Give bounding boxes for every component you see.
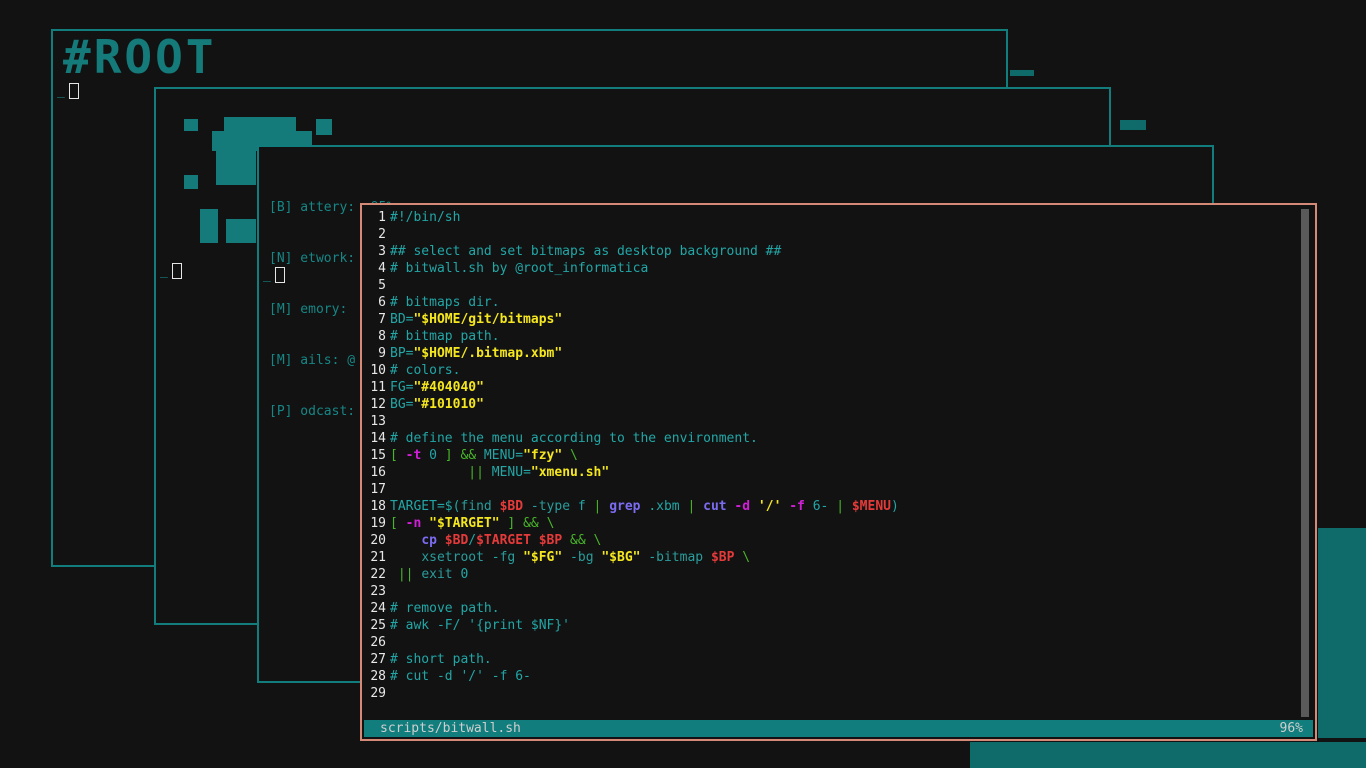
line-number: 18	[370, 499, 386, 514]
code-line: 4 # bitwall.sh by @root_informatica	[366, 260, 1298, 277]
line-number: 20	[370, 533, 386, 548]
code-line: 19[ -n "$TARGET" ] && \	[366, 515, 1298, 532]
line-number: 21	[370, 550, 386, 565]
code-line: 3 ## select and set bitmaps as desktop ba…	[366, 243, 1298, 260]
line-number: 28	[370, 669, 386, 684]
line-number: 9	[378, 346, 386, 361]
line-number: 26	[370, 635, 386, 650]
line-number: 7	[378, 312, 386, 327]
code-line: 12 BG="#101010"	[366, 396, 1298, 413]
code-line: 20 cp $BD/$TARGET $BP && \	[366, 532, 1298, 549]
code-line: 26	[366, 634, 1298, 651]
code-line: 10 # colors.	[366, 362, 1298, 379]
code-line: 27 # short path.	[366, 651, 1298, 668]
art-prompt: _	[160, 263, 182, 279]
code-line: 16 || MENU="xmenu.sh"	[366, 464, 1298, 481]
code-line: 14 # define the menu according to the env…	[366, 430, 1298, 447]
code-line: 7 BD="$HOME/git/bitmaps"	[366, 311, 1298, 328]
code-line: 5	[366, 277, 1298, 294]
line-number: 23	[370, 584, 386, 599]
editor-statusbar: scripts/bitwall.sh 96%	[364, 720, 1313, 737]
code-line: 6 # bitmaps dir.	[366, 294, 1298, 311]
line-number: 17	[370, 482, 386, 497]
code-line: 1 #!/bin/sh	[366, 209, 1298, 226]
terminal-cursor	[68, 83, 79, 99]
code-line: 17	[366, 481, 1298, 498]
line-number: 4	[378, 261, 386, 276]
code-line: 29	[366, 685, 1298, 702]
scroll-percent: 96%	[1279, 721, 1303, 736]
root-prompt: _	[57, 83, 79, 99]
line-number: 24	[370, 601, 386, 616]
line-number: 8	[378, 329, 386, 344]
line-number: 5	[378, 278, 386, 293]
scrollbar[interactable]	[1301, 209, 1309, 717]
editor-window[interactable]: 1 #!/bin/sh 2 3 ## select and set bitmaps as…	[360, 203, 1317, 741]
line-number: 13	[370, 414, 386, 429]
line-number: 1	[378, 210, 386, 225]
line-number: 3	[378, 244, 386, 259]
code-line: 21 xsetroot -fg "$FG" -bg "$BG" -bitmap …	[366, 549, 1298, 566]
line-number: 14	[370, 431, 386, 446]
code-line: 24 # remove path.	[366, 600, 1298, 617]
code-line: 23	[366, 583, 1298, 600]
line-number: 11	[370, 380, 386, 395]
line-number: 27	[370, 652, 386, 667]
terminal-cursor	[171, 263, 182, 279]
code-line: 8 # bitmap path.	[366, 328, 1298, 345]
root-logo: #ROOT	[63, 30, 217, 84]
code-line: 2	[366, 226, 1298, 243]
status-prompt: _	[263, 267, 285, 283]
line-number: 10	[370, 363, 386, 378]
line-number: 6	[378, 295, 386, 310]
file-path: scripts/bitwall.sh	[380, 721, 521, 736]
line-number: 2	[378, 227, 386, 242]
code-line: 28 # cut -d '/' -f 6-	[366, 668, 1298, 685]
code-line: 18 TARGET=$(find $BD -type f | grep .xbm …	[366, 498, 1298, 515]
line-number: 29	[370, 686, 386, 701]
line-number: 12	[370, 397, 386, 412]
line-number: 25	[370, 618, 386, 633]
terminal-cursor	[274, 267, 285, 283]
code-line: 11 FG="#404040"	[366, 379, 1298, 396]
code-line: 25 # awk -F/ '{print $NF}'	[366, 617, 1298, 634]
line-number: 19	[370, 516, 386, 531]
code-line: 15[ -t 0 ] && MENU="fzy" \	[366, 447, 1298, 464]
line-number: 15	[370, 448, 386, 463]
code-line: 9 BP="$HOME/.bitmap.xbm"	[366, 345, 1298, 362]
code-line: 22 || exit 0	[366, 566, 1298, 583]
line-number: 16	[370, 465, 386, 480]
line-number: 22	[370, 567, 386, 582]
code-line: 13	[366, 413, 1298, 430]
code-area[interactable]: 1 #!/bin/sh 2 3 ## select and set bitmaps as…	[366, 209, 1298, 702]
